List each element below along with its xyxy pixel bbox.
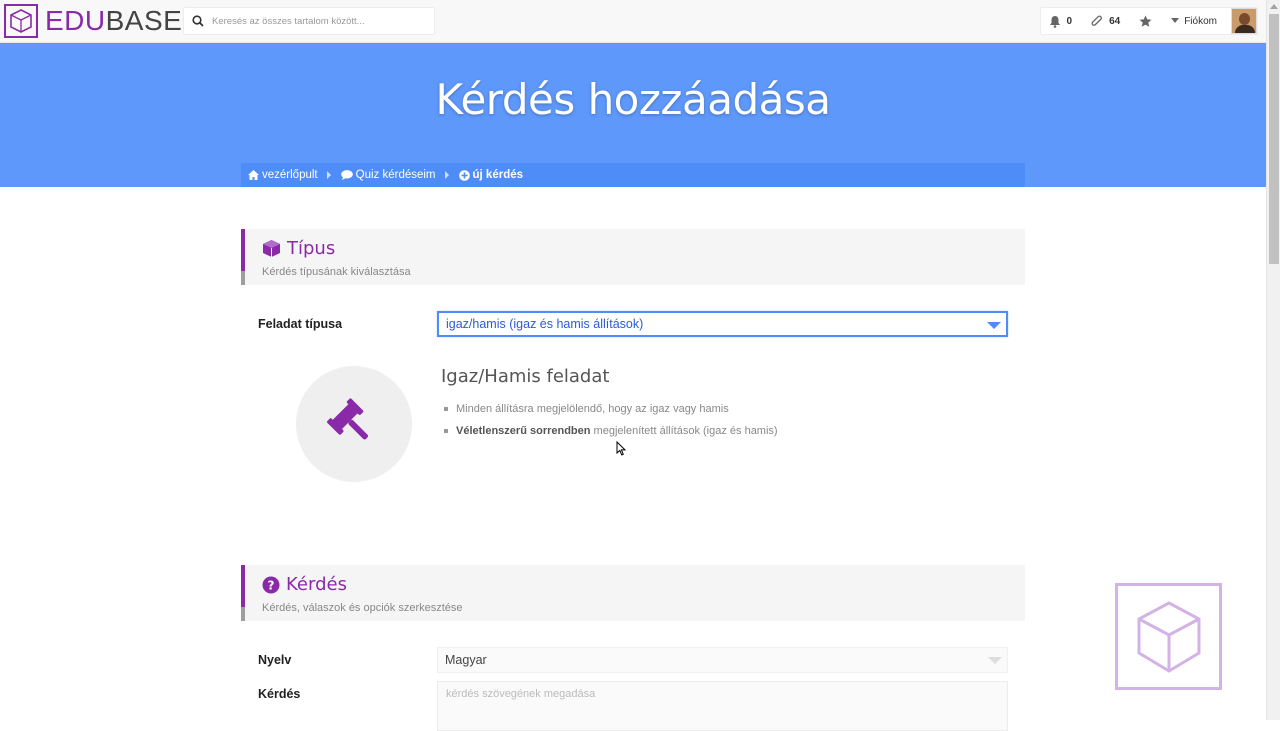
- paperclip-icon: [1091, 15, 1103, 26]
- task-type-title: Igaz/Hamis feladat: [441, 366, 610, 387]
- list-item: Minden állításra megjelölendő, hogy az i…: [444, 400, 778, 422]
- bell-icon: [1049, 15, 1060, 28]
- account-label: Fiókom: [1184, 15, 1217, 27]
- page-scrollbar[interactable]: [1266, 0, 1280, 720]
- task-type-description: Minden állításra megjelölendő, hogy az i…: [444, 400, 778, 443]
- task-type-select[interactable]: igaz/hamis (igaz és hamis állítások): [437, 311, 1008, 337]
- task-type-selected: igaz/hamis (igaz és hamis állítások): [446, 317, 644, 331]
- breadcrumb: vezérlőpult Quiz kérdéseim új kérdés: [241, 163, 1025, 187]
- task-type-label: Feladat típusa: [258, 317, 343, 331]
- page-header: Kérdés hozzáadása vezérlőpult Quiz kérdé…: [0, 43, 1266, 187]
- breadcrumb-item-dashboard[interactable]: vezérlőpult: [248, 169, 318, 181]
- favorites-button[interactable]: [1139, 15, 1152, 28]
- mouse-cursor-icon: [616, 441, 626, 456]
- search-input[interactable]: [212, 15, 432, 27]
- notifications-button[interactable]: 0: [1049, 15, 1073, 28]
- notifications-count: 0: [1066, 15, 1073, 27]
- question-label: Kérdés: [258, 687, 301, 701]
- scrollbar-thumb[interactable]: [1269, 14, 1279, 264]
- breadcrumb-separator: [444, 171, 449, 179]
- gavel-icon: [327, 398, 369, 440]
- logo-wordmark: EDUBASE: [45, 5, 183, 36]
- svg-text:?: ?: [268, 578, 275, 592]
- language-label: Nyelv: [258, 653, 292, 667]
- scroll-up-arrow-icon[interactable]: [1270, 4, 1278, 9]
- question-section-title: ? Kérdés: [262, 574, 347, 595]
- type-section-subtitle: Kérdés típusának kiválasztása: [262, 266, 411, 278]
- type-section-title: Típus: [262, 238, 335, 259]
- logo-icon: [4, 4, 38, 38]
- account-menu[interactable]: Fiókom: [1171, 16, 1217, 27]
- attachments-count: 64: [1109, 15, 1121, 27]
- search-icon: [192, 15, 204, 27]
- task-type-illustration: [296, 366, 412, 482]
- caret-down-icon: [1171, 18, 1180, 23]
- cube-icon: [263, 240, 280, 257]
- page-title: Kérdés hozzáadása: [435, 75, 831, 124]
- global-search[interactable]: [183, 7, 435, 35]
- question-section-subtitle: Kérdés, válaszok és opciók szerkesztése: [262, 602, 463, 614]
- breadcrumb-item-new-question: új kérdés: [458, 169, 523, 181]
- dropdown-caret-icon: [987, 322, 1001, 329]
- question-text-input[interactable]: kérdés szövegének megadása: [437, 681, 1008, 731]
- type-section-header: Típus Kérdés típusának kiválasztása: [241, 229, 1025, 285]
- comment-icon: [340, 170, 353, 180]
- edubase-watermark-logo: [1115, 583, 1222, 690]
- breadcrumb-separator: [326, 171, 331, 179]
- top-navbar: EDUBASE 0 64 Fiókom: [0, 0, 1266, 43]
- home-icon: [248, 170, 259, 180]
- question-section-header: ? Kérdés Kérdés, válaszok és opciók szer…: [241, 565, 1025, 621]
- avatar[interactable]: [1231, 8, 1257, 34]
- list-item: Véletlenszerű sorrendben megjelenített á…: [444, 422, 778, 444]
- plus-circle-icon: [458, 169, 470, 181]
- question-circle-icon: ?: [262, 576, 280, 593]
- user-toolbar: 0 64 Fiókom: [1039, 7, 1258, 35]
- language-select[interactable]: Magyar: [437, 647, 1008, 673]
- language-selected: Magyar: [445, 653, 487, 667]
- star-icon: [1139, 15, 1152, 27]
- edubase-logo[interactable]: EDUBASE: [4, 4, 182, 38]
- attachments-button[interactable]: 64: [1091, 15, 1120, 28]
- breadcrumb-item-quiz-questions[interactable]: Quiz kérdéseim: [340, 169, 436, 181]
- dropdown-caret-icon: [988, 657, 1002, 664]
